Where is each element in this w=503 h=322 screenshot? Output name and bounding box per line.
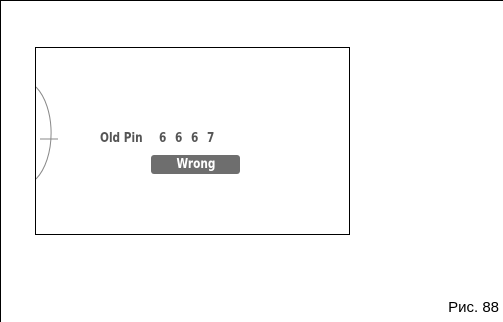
display-screen: Old Pin 6 6 6 7 Wrong — [35, 47, 350, 235]
status-badge-label: Wrong — [176, 156, 215, 172]
pin-digit: 6 — [175, 130, 183, 146]
figure-caption: Рис. 88 — [448, 299, 499, 316]
pin-digit: 7 — [207, 130, 215, 146]
pin-digit: 6 — [191, 130, 199, 146]
pin-digit: 6 — [159, 130, 167, 146]
old-pin-label: Old Pin — [100, 130, 143, 146]
pin-digits: 6 6 6 7 — [159, 130, 223, 146]
rotary-knob-icon — [36, 86, 58, 180]
status-badge: Wrong — [151, 155, 240, 174]
